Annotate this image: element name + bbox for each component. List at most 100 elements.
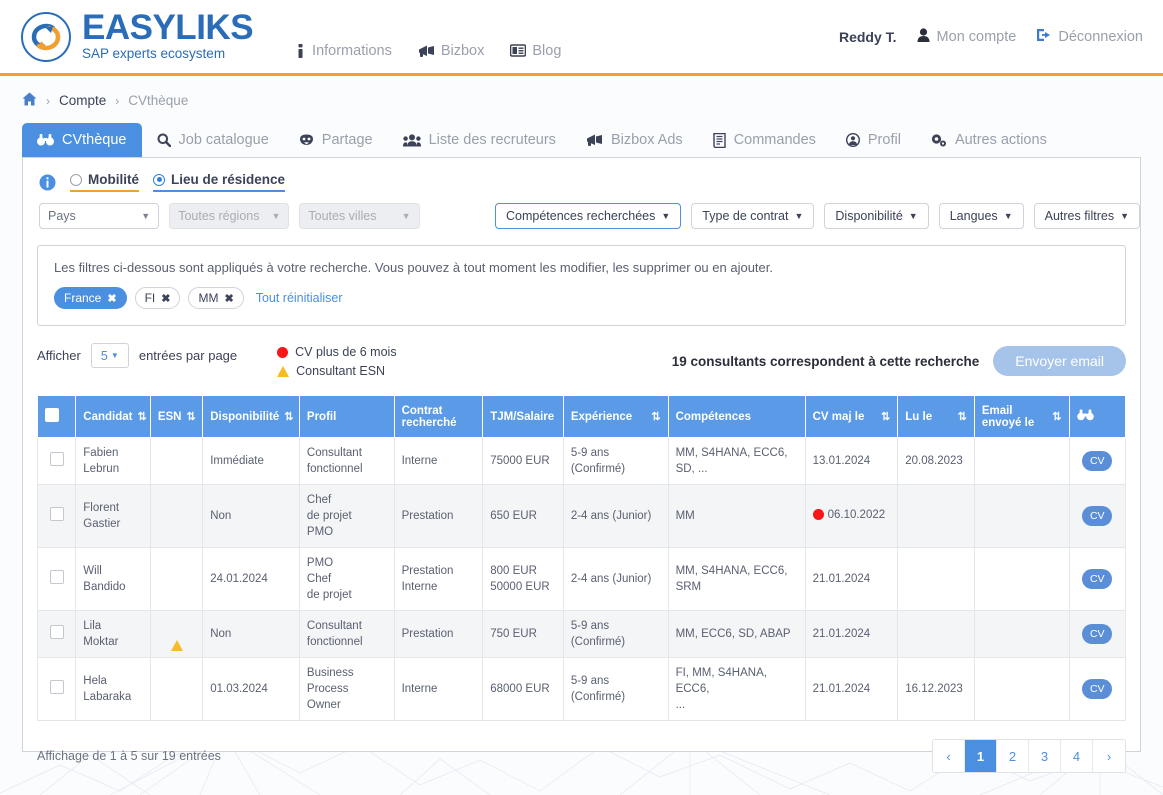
legend-label: Consultant ESN (296, 362, 385, 381)
tab-cvtheque[interactable]: CVthèque (22, 123, 142, 157)
pagination-page-2[interactable]: 2 (997, 740, 1029, 772)
select-villes[interactable]: Toutes villes ▼ (299, 203, 419, 229)
sort-icon[interactable]: ⇅ (958, 410, 967, 423)
row-checkbox[interactable] (50, 507, 64, 521)
select-all-checkbox[interactable] (45, 408, 59, 422)
cell-profil: BusinessProcessOwner (299, 658, 394, 721)
tab-liste-des-recruteurs[interactable]: Liste des recruteurs (388, 123, 571, 157)
radio-mobilite[interactable]: Mobilité (70, 172, 139, 192)
select-regions[interactable]: Toutes régions ▼ (169, 203, 289, 229)
tab-job-catalogue[interactable]: Job catalogue (142, 123, 284, 157)
th-experience[interactable]: Expérience⇅ (563, 396, 668, 438)
table-row[interactable]: WillBandido24.01.2024PMOChefde projetPre… (38, 548, 1126, 611)
show-entries-prefix: Afficher (37, 348, 81, 363)
search-mode-row: Mobilité Lieu de résidence (23, 158, 1140, 192)
tab-commandes[interactable]: Commandes (698, 123, 831, 157)
pagination-page-4[interactable]: 4 (1061, 740, 1093, 772)
cell-cv-action[interactable]: CV (1069, 611, 1126, 658)
send-email-button[interactable]: Envoyer email (993, 346, 1126, 376)
info-circle-icon[interactable] (39, 174, 56, 191)
chevron-down-icon: ▼ (402, 211, 411, 221)
pagination-prev[interactable]: ‹ (933, 740, 965, 772)
entries-per-page-select[interactable]: 5 ▼ (91, 343, 129, 368)
row-checkbox[interactable] (50, 625, 64, 639)
th-email-envoye-le[interactable]: Email envoyé le⇅ (974, 396, 1069, 438)
cv-button[interactable]: CV (1082, 624, 1112, 644)
cell-select[interactable] (38, 611, 76, 658)
th-cv-maj-le[interactable]: CV maj le⇅ (805, 396, 898, 438)
close-icon[interactable]: ✖ (224, 292, 233, 305)
row-checkbox[interactable] (50, 570, 64, 584)
th-disponibilite[interactable]: Disponibilité⇅ (203, 396, 300, 438)
close-icon[interactable]: ✖ (107, 292, 116, 305)
close-icon[interactable]: ✖ (161, 292, 170, 305)
sort-icon[interactable]: ⇅ (651, 410, 660, 423)
cv-button[interactable]: CV (1082, 506, 1112, 526)
filter-disponibilite[interactable]: Disponibilité ▼ (824, 203, 928, 229)
home-icon[interactable] (22, 92, 37, 109)
sort-icon[interactable]: ⇅ (881, 410, 890, 423)
cell-select[interactable] (38, 438, 76, 485)
logout-link[interactable]: Déconnexion (1036, 28, 1143, 46)
radio-lieu-de-residence[interactable]: Lieu de résidence (153, 172, 285, 192)
pagination-page-3[interactable]: 3 (1029, 740, 1061, 772)
reset-all-filters-link[interactable]: Tout réinitialiser (256, 291, 343, 305)
cv-button[interactable]: CV (1082, 679, 1112, 699)
cell-cv-action[interactable]: CV (1069, 658, 1126, 721)
row-checkbox[interactable] (50, 680, 64, 694)
top-nav-informations[interactable]: Informations (295, 43, 392, 59)
cell-cv-maj-le: 06.10.2022 (805, 485, 898, 548)
table-row[interactable]: HelaLabaraka01.03.2024BusinessProcessOwn… (38, 658, 1126, 721)
th-candidat[interactable]: Candidat⇅ (76, 396, 151, 438)
sort-icon[interactable]: ⇅ (284, 410, 293, 423)
th-lu-le[interactable]: Lu le⇅ (898, 396, 975, 438)
table-row[interactable]: FlorentGastierNonChefde projetPMOPrestat… (38, 485, 1126, 548)
cell-select[interactable] (38, 485, 76, 548)
results-count: 19 consultants correspondent à cette rec… (672, 354, 980, 369)
cell-tjm-salaire: 75000 EUR (483, 438, 564, 485)
binoculars-icon (37, 134, 54, 146)
top-nav-bizbox[interactable]: Bizbox (418, 43, 485, 59)
sort-icon[interactable]: ⇅ (137, 410, 146, 423)
th-esn[interactable]: ESN⇅ (150, 396, 202, 438)
breadcrumb-item-compte[interactable]: Compte (59, 93, 106, 108)
tab-bizbox-ads[interactable]: Bizbox Ads (571, 123, 698, 157)
select-pays[interactable]: Pays ▼ (39, 203, 159, 229)
cell-esn (150, 485, 202, 548)
pagination-next[interactable]: › (1093, 740, 1125, 772)
select-value: Toutes régions (178, 209, 259, 223)
top-nav-blog[interactable]: Blog (510, 43, 561, 59)
chip-france[interactable]: France ✖ (54, 287, 127, 309)
tab-profil[interactable]: Profil (831, 123, 916, 157)
my-account-link[interactable]: Mon compte (917, 28, 1017, 46)
cv-button[interactable]: CV (1082, 451, 1112, 471)
breadcrumb-separator: › (115, 94, 119, 108)
table-row[interactable]: FabienLebrunImmédiateConsultantfonctionn… (38, 438, 1126, 485)
radio-label: Mobilité (88, 172, 139, 187)
table-row[interactable]: LilaMoktarNonConsultantfonctionnelPresta… (38, 611, 1126, 658)
results-table-wrapper: Candidat⇅ ESN⇅ Disponibilité⇅ Profil Con… (37, 395, 1126, 721)
th-select-all[interactable] (38, 396, 76, 438)
pagination-page-1[interactable]: 1 (965, 740, 997, 772)
tab-autres-actions[interactable]: Autres actions (916, 123, 1062, 157)
brand-logo-block[interactable]: EASYLIKS SAP experts ecosystem (20, 11, 253, 63)
cv-button[interactable]: CV (1082, 569, 1112, 589)
filter-competences-recherchees[interactable]: Compétences recherchées ▼ (495, 203, 681, 229)
chip-mm[interactable]: MM ✖ (188, 287, 243, 309)
filter-langues[interactable]: Langues ▼ (939, 203, 1024, 229)
sort-icon[interactable]: ⇅ (1052, 410, 1061, 423)
cell-select[interactable] (38, 548, 76, 611)
cell-email-envoye-le (974, 611, 1069, 658)
row-checkbox[interactable] (50, 452, 64, 466)
filter-type-de-contrat[interactable]: Type de contrat ▼ (691, 203, 814, 229)
cell-select[interactable] (38, 658, 76, 721)
cell-cv-action[interactable]: CV (1069, 438, 1126, 485)
tab-partage[interactable]: Partage (284, 123, 388, 157)
cell-esn (150, 658, 202, 721)
chip-fi[interactable]: FI ✖ (135, 287, 181, 309)
cell-cv-action[interactable]: CV (1069, 485, 1126, 548)
sort-icon[interactable]: ⇅ (186, 410, 195, 423)
red-dot-icon (277, 347, 288, 358)
filter-autres-filtres[interactable]: Autres filtres ▼ (1034, 203, 1140, 229)
cell-cv-action[interactable]: CV (1069, 548, 1126, 611)
